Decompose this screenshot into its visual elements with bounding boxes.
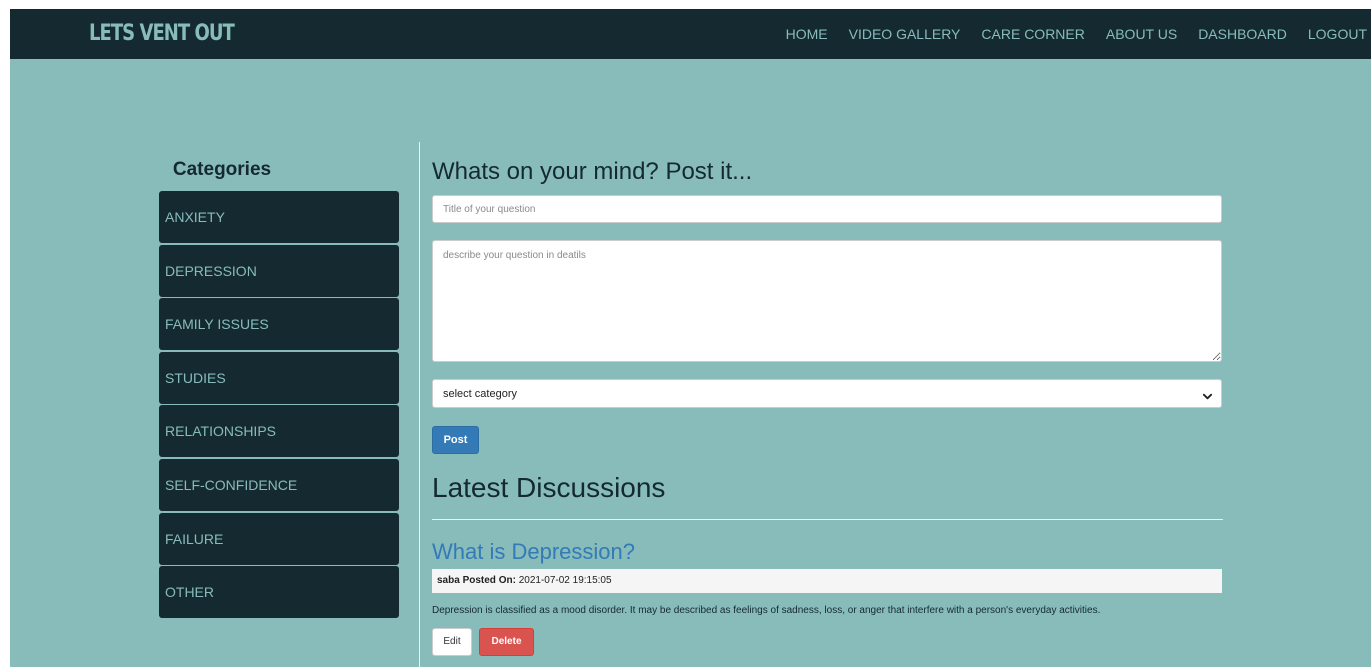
brand-logo[interactable]: LETS VENT OUT <box>89 21 235 46</box>
posted-on-date: 2021-07-02 19:15:05 <box>518 575 612 586</box>
section-divider <box>432 519 1223 520</box>
app-frame: LETS VENT OUT HOME VIDEO GALLERY CARE CO… <box>10 9 1371 667</box>
latest-discussions-heading: Latest Discussions <box>432 472 666 503</box>
nav-video-gallery[interactable]: VIDEO GALLERY <box>849 26 961 42</box>
post-button[interactable]: Post <box>432 426 479 454</box>
category-studies[interactable]: STUDIES <box>159 351 399 404</box>
post-heading: Whats on your mind? Post it... <box>432 158 753 185</box>
posted-on-label: Posted On: <box>462 575 516 586</box>
category-failure[interactable]: FAILURE <box>159 512 399 565</box>
category-depression[interactable]: DEPRESSION <box>159 244 399 297</box>
category-relationships[interactable]: RELATIONSHIPS <box>159 405 399 458</box>
categories-list: ANXIETY DEPRESSION FAMILY ISSUES STUDIES… <box>159 191 399 620</box>
discussion-meta: saba Posted On: 2021-07-02 19:15:05 <box>432 569 1222 593</box>
nav-care-corner[interactable]: CARE CORNER <box>981 26 1084 42</box>
navbar: LETS VENT OUT HOME VIDEO GALLERY CARE CO… <box>10 9 1371 59</box>
nav-links: HOME VIDEO GALLERY CARE CORNER ABOUT US … <box>765 9 1367 59</box>
vertical-divider <box>419 142 420 667</box>
chevron-down-icon <box>1202 389 1213 407</box>
edit-button[interactable]: Edit <box>432 628 472 656</box>
discussion-title-link[interactable]: What is Depression? <box>432 539 635 565</box>
question-title-input[interactable] <box>432 195 1222 223</box>
category-family-issues[interactable]: FAMILY ISSUES <box>159 298 399 351</box>
categories-title: Categories <box>172 159 272 180</box>
discussion-author: saba <box>437 575 460 586</box>
category-other[interactable]: OTHER <box>159 566 399 619</box>
category-select[interactable]: select category <box>432 379 1222 408</box>
question-description-textarea[interactable] <box>432 240 1222 362</box>
delete-button[interactable]: Delete <box>479 628 534 656</box>
category-self-confidence[interactable]: SELF-CONFIDENCE <box>159 458 399 511</box>
category-select-value: select category <box>443 388 517 400</box>
nav-home[interactable]: HOME <box>786 26 828 42</box>
discussion-body: Depression is classified as a mood disor… <box>432 605 1101 616</box>
nav-logout[interactable]: LOGOUT <box>1308 26 1367 42</box>
nav-dashboard[interactable]: DASHBOARD <box>1198 26 1287 42</box>
nav-about-us[interactable]: ABOUT US <box>1106 26 1177 42</box>
category-anxiety[interactable]: ANXIETY <box>159 191 399 243</box>
